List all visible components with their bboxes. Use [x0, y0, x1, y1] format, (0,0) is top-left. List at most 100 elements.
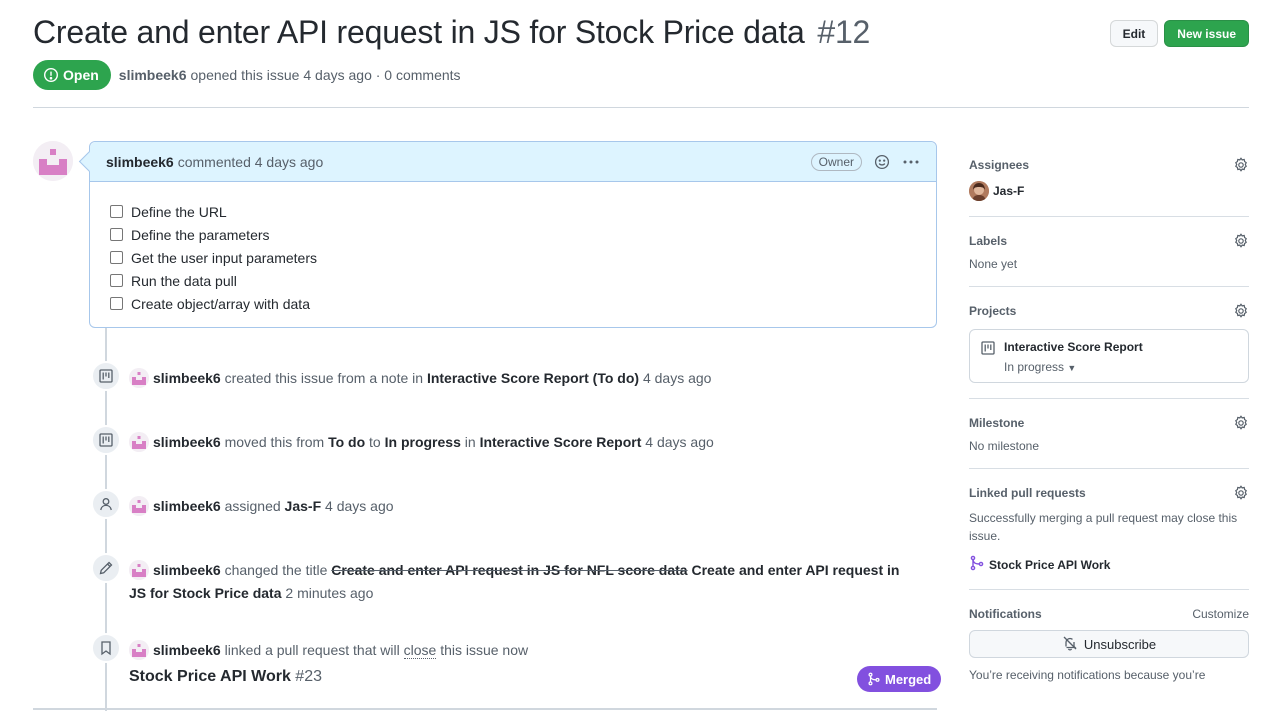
project-name-link[interactable]: Interactive Score Report — [1004, 340, 1143, 354]
sidebar-labels: Labels None yet — [969, 217, 1249, 287]
unsubscribe-button[interactable]: Unsubscribe — [969, 630, 1249, 658]
close-keyword: close — [403, 642, 437, 659]
sidebar-milestone: Milestone No milestone — [969, 399, 1249, 469]
event-text: in — [464, 434, 476, 450]
author-avatar[interactable] — [33, 141, 73, 181]
task-checkbox[interactable] — [110, 297, 123, 310]
issue-title: Create and enter API request in JS for S… — [33, 14, 870, 51]
timeline-event-created: slimbeek6 created this issue from a note… — [91, 361, 937, 391]
linked-prs-label[interactable]: Linked pull requests — [969, 486, 1086, 500]
state-label: Open — [63, 67, 99, 83]
header-actions: Edit New issue — [1109, 20, 1249, 47]
task-list: Define the URL Define the parameters Get… — [90, 182, 936, 333]
projects-label[interactable]: Projects — [969, 304, 1016, 318]
event-text: created this issue from a note in — [224, 370, 424, 386]
task-item: Get the user input parameters — [110, 246, 916, 269]
project-card: Interactive Score Report In progress ▼ — [969, 329, 1249, 383]
project-icon — [980, 340, 996, 374]
assignee-item[interactable]: Jas-F — [969, 181, 1249, 201]
caret-down-icon: ▼ — [1067, 363, 1077, 373]
user-avatar[interactable] — [129, 496, 149, 516]
alert-circle-icon — [43, 67, 59, 83]
user-link[interactable]: slimbeek6 — [153, 642, 221, 658]
linked-pr-item[interactable]: Stock Price API Work — [969, 555, 1249, 574]
owner-badge: Owner — [810, 152, 862, 171]
project-link[interactable]: Interactive Score Report — [480, 434, 642, 450]
bookmark-icon — [91, 633, 121, 663]
comment-author-link[interactable]: slimbeek6 — [106, 154, 174, 170]
issue-meta: Open slimbeek6 opened this issue 4 days … — [33, 60, 461, 90]
task-label: Define the URL — [131, 203, 227, 220]
task-checkbox[interactable] — [110, 205, 123, 218]
user-avatar[interactable] — [129, 560, 149, 580]
timeline-end-divider — [33, 708, 937, 710]
timeline-event-moved: slimbeek6 moved this from To do to In pr… — [91, 425, 937, 455]
from-column: To do — [328, 434, 366, 450]
edit-button[interactable]: Edit — [1109, 20, 1159, 47]
pr-title-text[interactable]: Stock Price API Work — [129, 668, 291, 685]
timeline-event-assigned: slimbeek6 assigned Jas-F 4 days ago — [91, 489, 937, 519]
milestone-label[interactable]: Milestone — [969, 416, 1024, 430]
project-status: In progress — [1004, 360, 1065, 374]
linked-prs-note: Successfully merging a pull request may … — [969, 511, 1238, 543]
event-text: changed the title — [224, 562, 328, 578]
labels-label[interactable]: Labels — [969, 234, 1007, 248]
issue-meta-text: opened this issue 4 days ago · 0 comment… — [190, 67, 461, 83]
task-checkbox[interactable] — [110, 251, 123, 264]
task-label: Get the user input parameters — [131, 249, 317, 266]
merged-badge: Merged — [857, 666, 942, 692]
task-label: Define the parameters — [131, 226, 270, 243]
new-issue-button[interactable]: New issue — [1164, 20, 1249, 47]
person-icon — [91, 489, 121, 519]
project-icon — [91, 361, 121, 391]
issue-title-text: Create and enter API request in JS for S… — [33, 14, 805, 50]
user-avatar[interactable] — [129, 640, 149, 660]
event-text: this issue now — [440, 642, 529, 658]
merge-icon — [969, 555, 985, 574]
user-link[interactable]: slimbeek6 — [153, 434, 221, 450]
event-time[interactable]: 4 days ago — [645, 434, 714, 450]
event-text: linked a pull request that will — [224, 642, 400, 658]
project-status-dropdown[interactable]: In progress ▼ — [1004, 360, 1143, 374]
event-text: moved this from — [224, 434, 325, 450]
event-time[interactable]: 4 days ago — [325, 498, 394, 514]
pencil-icon — [91, 553, 121, 583]
bell-slash-icon — [1062, 635, 1078, 654]
linked-pr-title[interactable]: Stock Price API Work — [989, 558, 1110, 572]
old-title: Create and enter API request in JS for N… — [331, 562, 687, 578]
project-link[interactable]: Interactive Score Report — [427, 370, 589, 386]
task-checkbox[interactable] — [110, 274, 123, 287]
gear-icon[interactable] — [1233, 415, 1249, 431]
user-link[interactable]: slimbeek6 — [153, 370, 221, 386]
issue-number: #12 — [817, 14, 871, 50]
user-link[interactable]: slimbeek6 — [153, 498, 221, 514]
kebab-icon[interactable] — [902, 154, 920, 170]
pr-number: #23 — [295, 668, 322, 685]
task-checkbox[interactable] — [110, 228, 123, 241]
task-label: Run the data pull — [131, 272, 237, 289]
customize-link[interactable]: Customize — [1192, 607, 1249, 621]
assignee-name[interactable]: Jas-F — [993, 184, 1024, 198]
gear-icon[interactable] — [1233, 233, 1249, 249]
old-title-text: Create and enter API request in JS for N… — [331, 562, 688, 578]
assignees-label[interactable]: Assignees — [969, 158, 1029, 172]
event-time[interactable]: 4 days ago — [643, 370, 712, 386]
gear-icon[interactable] — [1233, 157, 1249, 173]
event-text: to — [369, 434, 381, 450]
user-avatar[interactable] — [129, 368, 149, 388]
issue-author-link[interactable]: slimbeek6 — [119, 67, 187, 83]
merge-icon — [868, 672, 880, 686]
linked-pr-title[interactable]: Stock Price API Work #23 — [129, 668, 322, 686]
issue-comment: slimbeek6 commented 4 days ago Owner Def… — [89, 141, 937, 328]
user-avatar[interactable] — [129, 432, 149, 452]
gear-icon[interactable] — [1233, 303, 1249, 319]
user-link[interactable]: slimbeek6 — [153, 562, 221, 578]
comment-action: commented 4 days ago — [177, 153, 324, 170]
sidebar-projects: Projects Interactive Score Report In pro… — [969, 287, 1249, 399]
event-time[interactable]: 2 minutes ago — [285, 585, 373, 601]
assignee-link[interactable]: Jas-F — [285, 498, 322, 514]
task-item: Create object/array with data — [110, 292, 916, 315]
smiley-icon[interactable] — [874, 154, 890, 170]
gear-icon[interactable] — [1233, 485, 1249, 501]
unsubscribe-label: Unsubscribe — [1083, 636, 1157, 652]
